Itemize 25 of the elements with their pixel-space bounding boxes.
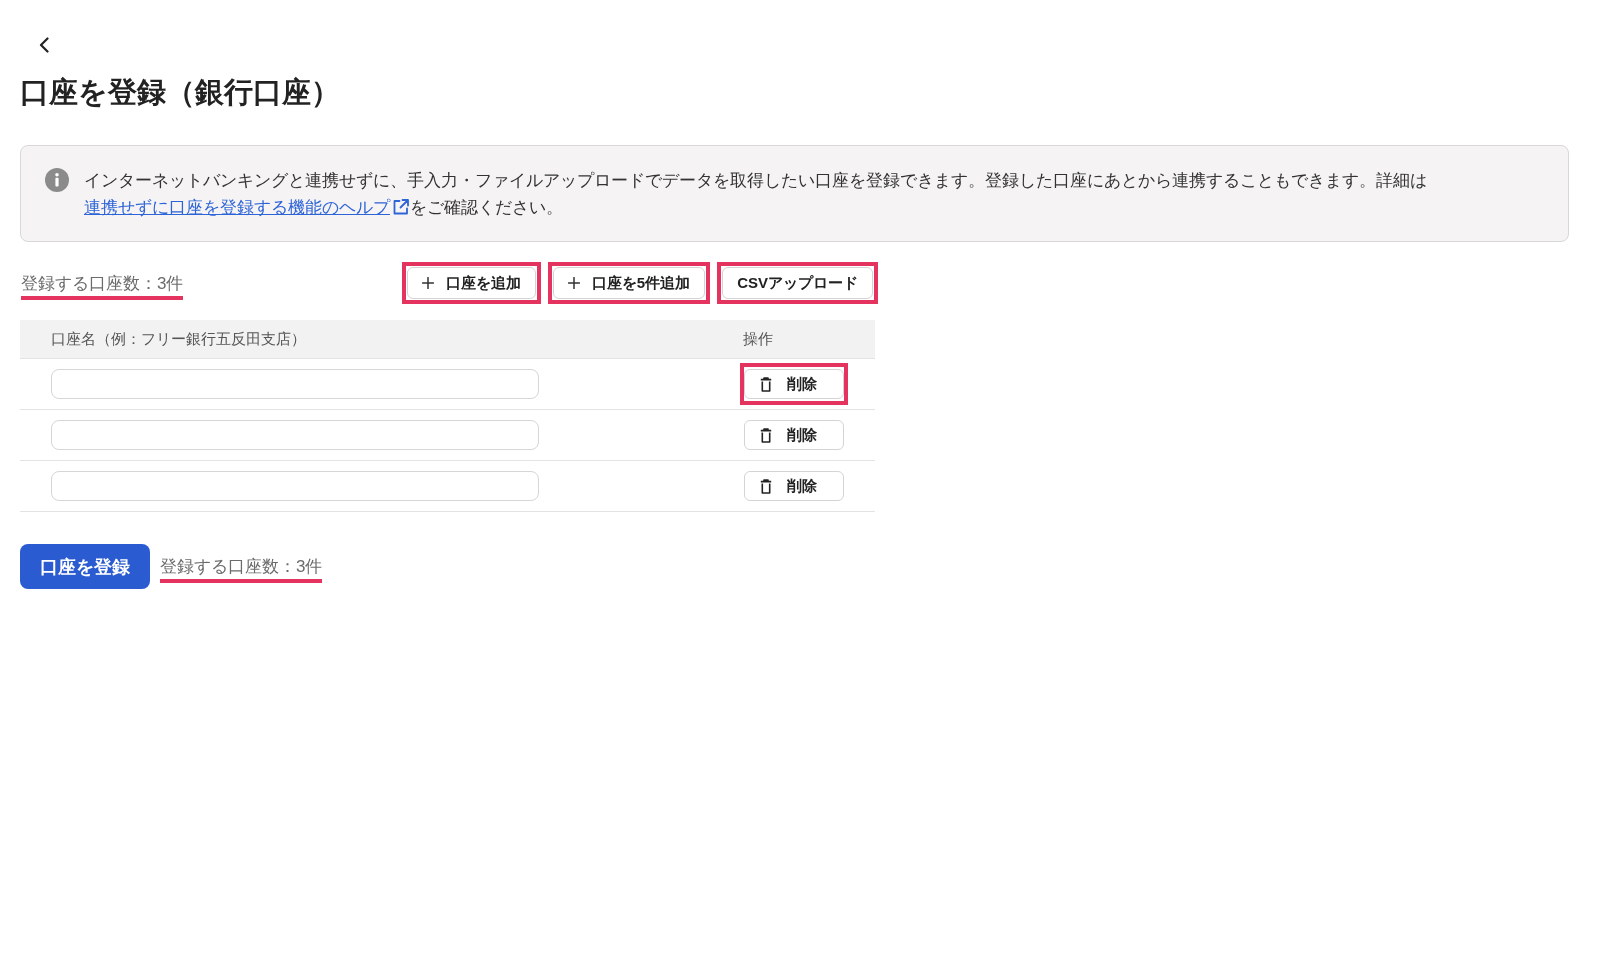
delete-button[interactable]: 削除 [744,420,844,450]
register-button[interactable]: 口座を登録 [20,544,150,589]
upload-button[interactable]: CSVアップロード [722,267,873,299]
back-icon[interactable] [39,37,49,53]
plus-icon [421,277,434,289]
column-header: 口座名（例：フリー銀行五反田支店） [50,329,307,349]
add-button[interactable]: 口座を追加 [406,267,536,299]
trash-icon [760,478,772,494]
delete-button[interactable]: 削除 [744,471,844,501]
trash-icon [760,376,772,392]
input-field[interactable] [51,420,539,450]
account-count-text: 登録する口座数：3件 [21,272,184,295]
page-title: 口座を登録（銀行口座） [20,75,341,110]
help-link[interactable]: 連携せずに口座を登録する機能のヘルプ [84,198,410,216]
info-icon [45,168,69,192]
input-field[interactable] [51,369,539,399]
account-count-text: 登録する口座数：3件 [160,556,323,578]
plus-icon [567,277,580,289]
column-header: 操作 [743,329,774,349]
external-link-icon [392,198,410,216]
delete-button[interactable]: 削除 [744,369,844,399]
trash-icon [760,427,772,443]
info-text: インターネットバンキングと連携せずに、手入力・ファイルアップロードでデータを取得したい口座を登録できます。登録した口座にあとから連携することもできます。詳細は 連携せずに口座を登録する機能のヘルプ をご確認ください。 [84,170,1428,219]
add-button[interactable]: 口座を5件追加 [552,267,706,299]
input-field[interactable] [51,471,539,501]
